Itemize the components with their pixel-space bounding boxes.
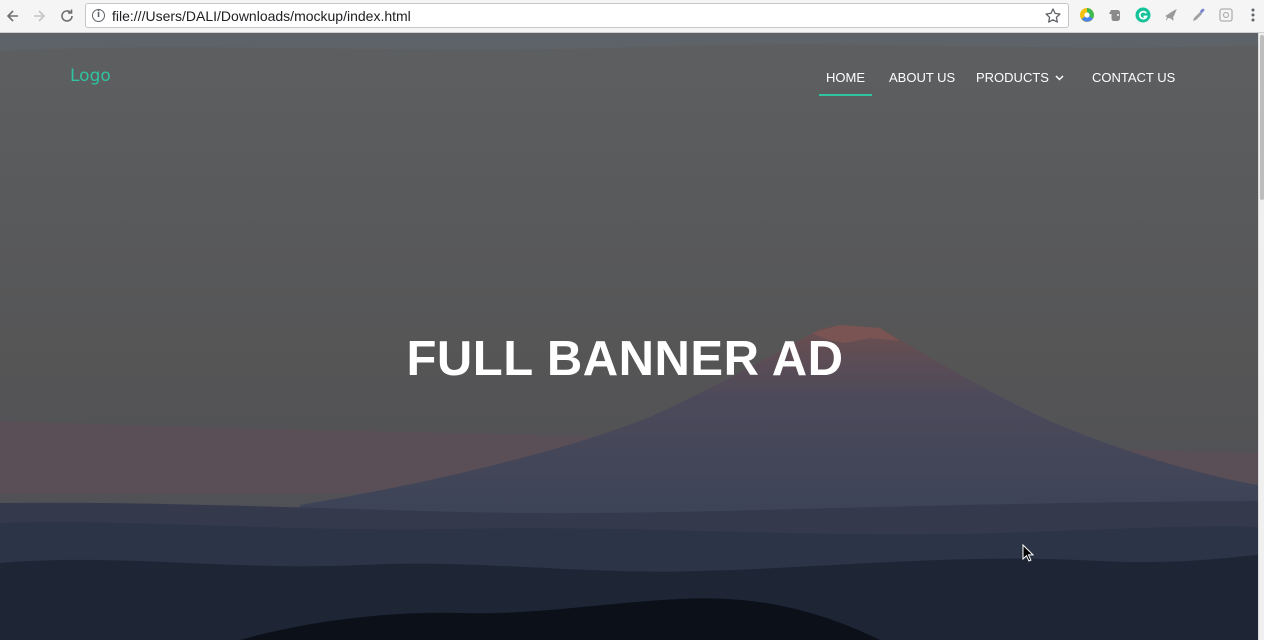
browser-menu-icon[interactable]: [1246, 6, 1260, 24]
bird-icon[interactable]: [1162, 6, 1180, 24]
eyedropper-icon[interactable]: [1190, 6, 1208, 24]
mouse-cursor-icon: [1022, 544, 1034, 562]
page-scrollbar[interactable]: [1258, 33, 1264, 640]
forward-arrow-icon: [34, 10, 46, 22]
forward-button[interactable]: [28, 5, 50, 27]
nav-home[interactable]: HOME: [819, 70, 872, 96]
nav-about-us[interactable]: ABOUT US: [889, 70, 955, 85]
grammarly-icon[interactable]: [1134, 6, 1152, 24]
scrollbar-thumb[interactable]: [1260, 35, 1264, 200]
browser-toolbar: i file:///Users/DALI/Downloads/mockup/in…: [0, 0, 1264, 33]
info-icon[interactable]: i: [92, 9, 105, 22]
chrome-color-icon[interactable]: [1078, 6, 1096, 24]
bookmark-star-icon[interactable]: [1044, 7, 1062, 25]
reload-icon: [61, 9, 73, 22]
nav-products-label: PRODUCTS: [976, 70, 1049, 85]
chevron-down-icon: [1055, 75, 1064, 81]
back-arrow-icon: [6, 10, 18, 22]
site-logo[interactable]: Logo: [70, 66, 111, 86]
banner-headline: FULL BANNER AD: [406, 332, 844, 386]
reload-button[interactable]: [56, 5, 78, 27]
address-bar[interactable]: i file:///Users/DALI/Downloads/mockup/in…: [85, 3, 1069, 28]
nav-contact-us[interactable]: CONTACT US: [1092, 70, 1175, 85]
nav-products[interactable]: PRODUCTS: [976, 70, 1064, 85]
address-url[interactable]: file:///Users/DALI/Downloads/mockup/inde…: [112, 8, 411, 24]
back-button[interactable]: [2, 5, 24, 27]
hero-section: Logo HOME ABOUT US PRODUCTS CONTACT US F…: [0, 33, 1258, 640]
evernote-icon[interactable]: [1106, 6, 1124, 24]
extension-puzzle-icon[interactable]: [1217, 6, 1235, 24]
